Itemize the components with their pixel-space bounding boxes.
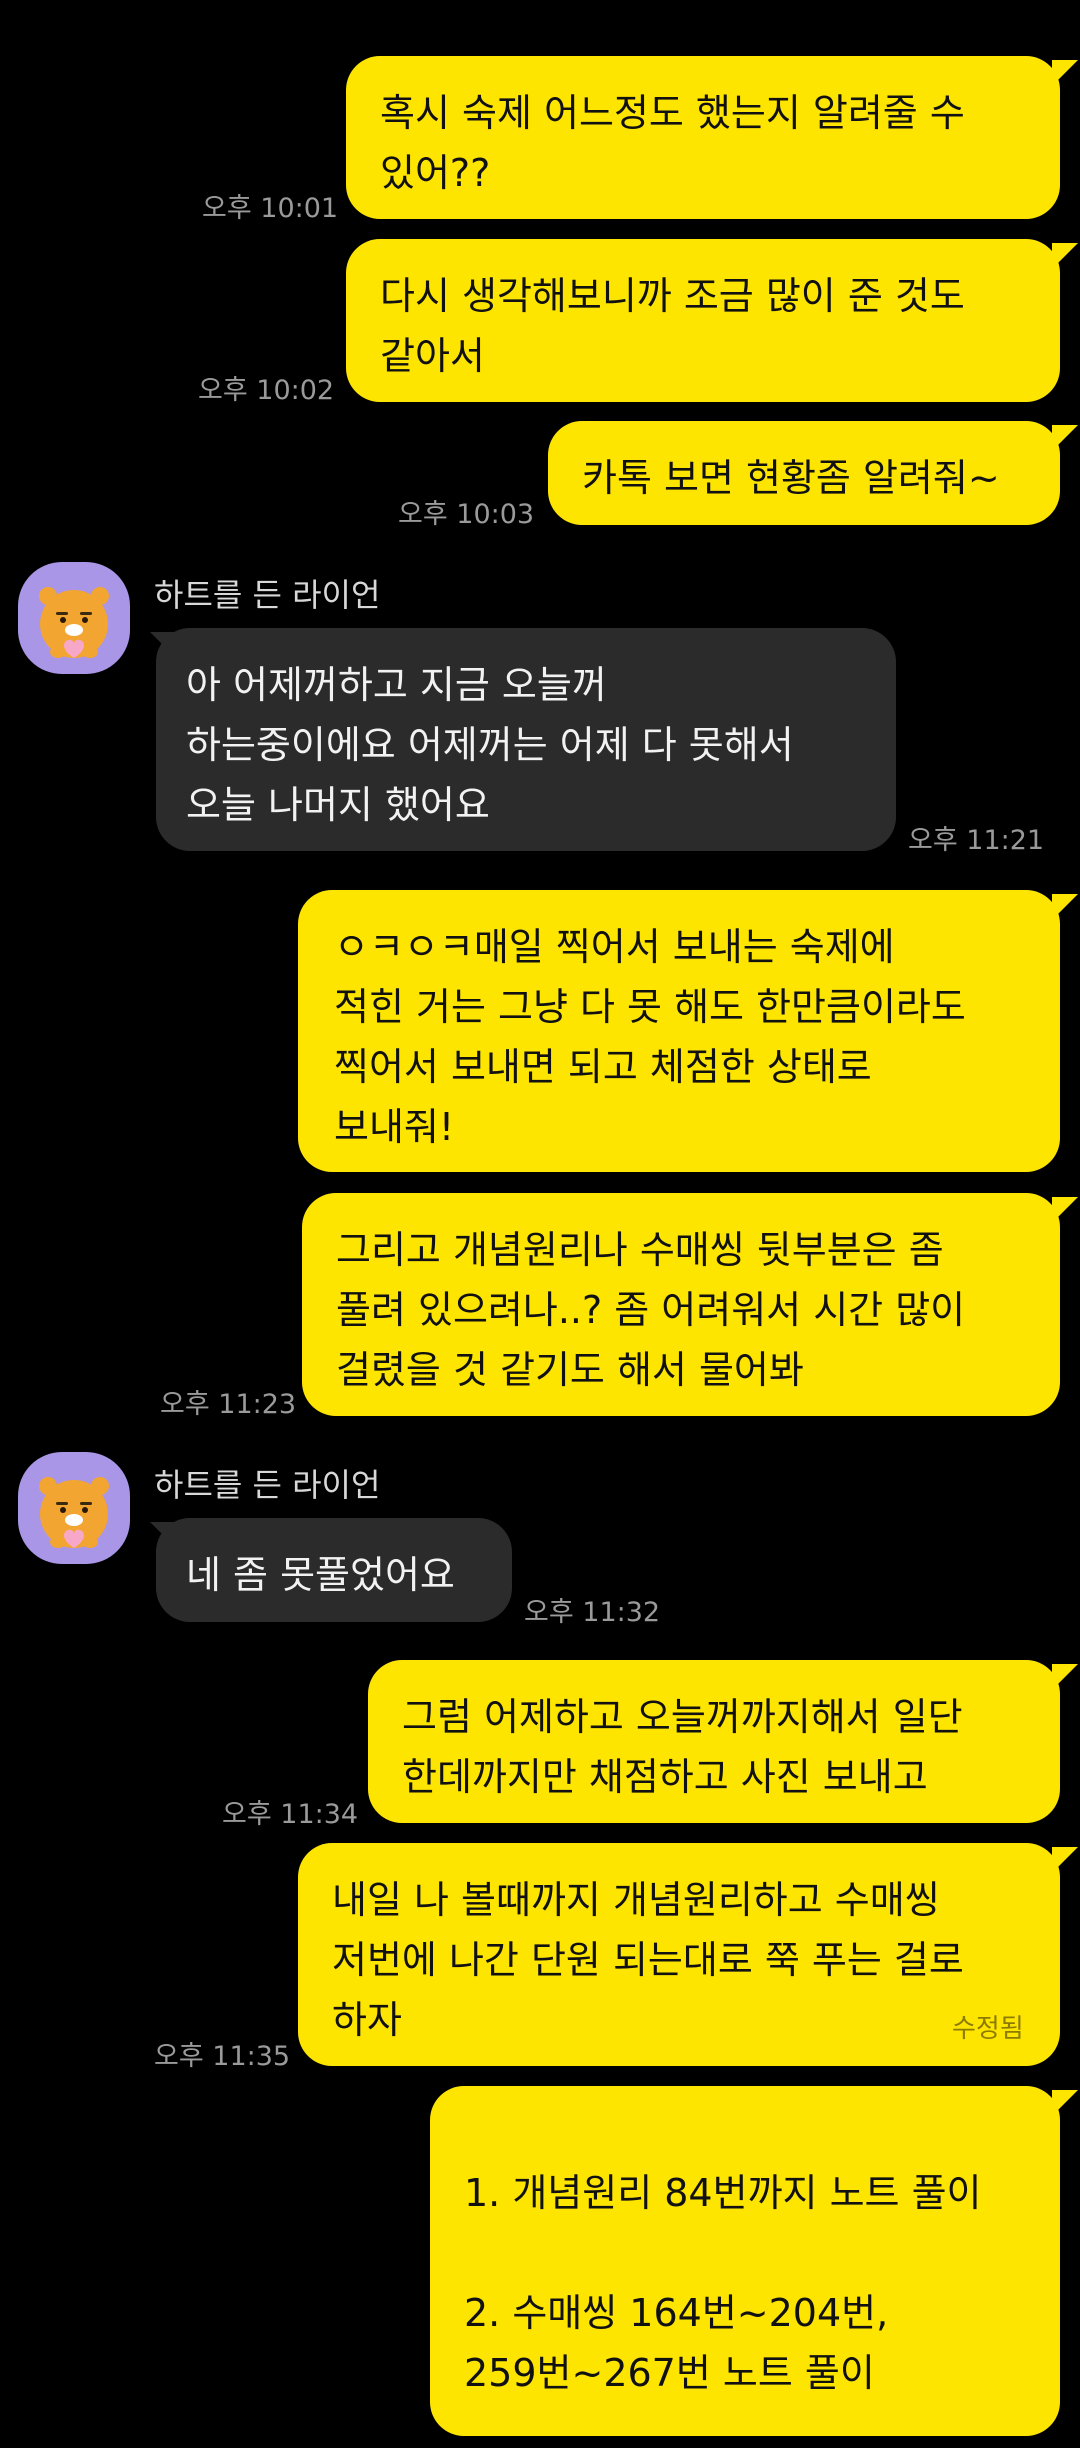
bubble-tail	[1052, 425, 1078, 451]
sender-name: 하트를 든 라이언	[154, 1466, 381, 1504]
my-message-bubble[interactable]: 그리고 개념원리나 수매씽 뒷부분은 좀 풀려 있으려나..? 좀 어려워서 시…	[302, 1193, 1060, 1416]
bubble-tail	[1052, 60, 1078, 86]
message-time: 오후 10:01	[202, 193, 339, 224]
bubble-tail	[1052, 243, 1078, 269]
bubble-tail	[1052, 1664, 1078, 1690]
my-message-bubble[interactable]: 1. 개념원리 84번까지 노트 풀이 2. 수매씽 164번~204번, 25…	[430, 2086, 1060, 2436]
message-time: 오후 11:35	[154, 2041, 291, 2072]
ryan-holding-heart-icon	[39, 587, 109, 658]
my-message-bubble[interactable]: 그럼 어제하고 오늘꺼까지해서 일단 한데까지만 채점하고 사진 보내고	[368, 1660, 1060, 1823]
my-message-bubble[interactable]: 내일 나 볼때까지 개념원리하고 수매씽 저번에 나간 단원 되는대로 쭉 푸는…	[298, 1843, 1060, 2066]
message-time: 오후 10:02	[198, 375, 335, 406]
my-message-bubble[interactable]: ㅇㅋㅇㅋ매일 찍어서 보내는 숙제에 적힌 거는 그냥 다 못 해도 한만큼이라…	[298, 890, 1060, 1172]
message-time: 오후 11:23	[160, 1389, 297, 1420]
avatar[interactable]	[18, 562, 130, 674]
other-message-bubble[interactable]: 아 어제꺼하고 지금 오늘꺼 하는중이에요 어제꺼는 어제 다 못해서 오늘 나…	[156, 628, 896, 851]
sender-name: 하트를 든 라이언	[154, 576, 381, 614]
bubble-tail	[1052, 2090, 1078, 2116]
message-time: 오후 11:21	[908, 825, 1045, 856]
bubble-tail	[1052, 1197, 1078, 1223]
my-message-bubble[interactable]: 다시 생각해보니까 조금 많이 준 것도 같아서	[346, 239, 1060, 402]
bubble-tail	[1052, 894, 1078, 920]
bubble-tail	[1052, 1847, 1078, 1873]
edited-label: 수정됨	[952, 2014, 1024, 2044]
message-time: 오후 10:03	[398, 499, 535, 530]
avatar[interactable]	[18, 1452, 130, 1564]
my-message-bubble[interactable]: 혹시 숙제 어느정도 했는지 알려줄 수 있어??	[346, 56, 1060, 219]
message-time: 오후 11:32	[524, 1597, 661, 1628]
other-message-bubble[interactable]: 네 좀 못풀었어요	[156, 1518, 512, 1622]
ryan-holding-heart-icon	[39, 1477, 109, 1548]
my-message-bubble[interactable]: 카톡 보면 현황좀 알려줘~	[548, 421, 1060, 525]
message-time: 오후 11:34	[222, 1799, 359, 1830]
